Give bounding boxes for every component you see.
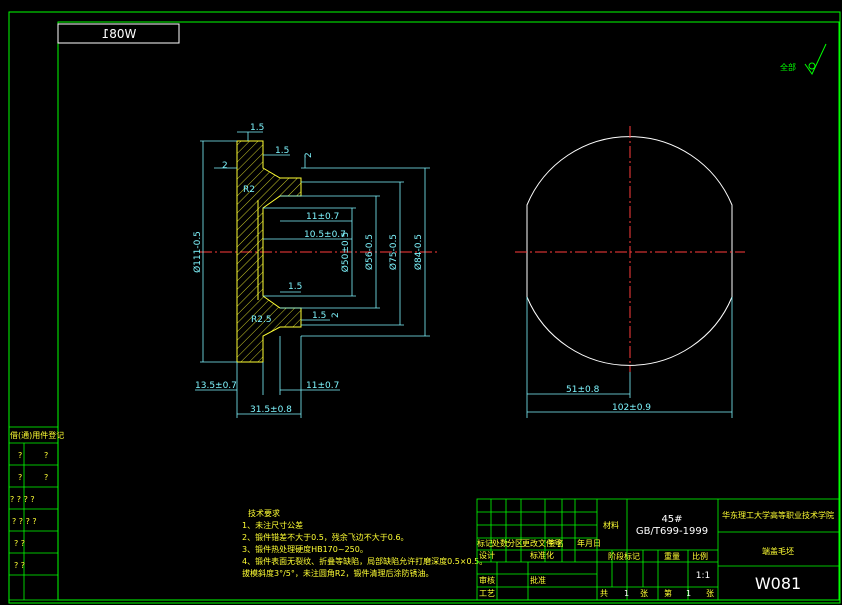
dim-d56: Ø56-0.5	[364, 234, 375, 270]
side-table-row-6: ? ?	[14, 561, 25, 570]
tb-row-label-2: 处数	[492, 538, 508, 548]
tb-part-name: 端盖毛坯	[762, 546, 794, 556]
dim-11-top: 11±0.7	[306, 212, 339, 222]
tech-note-4: 4、锻件表面无裂纹、折叠等缺陷，局部缺陷允许打磨深度0.5×0.5。	[242, 556, 487, 566]
tech-notes: 技术要求 1、未注尺寸公差 2、锻件错差不大于0.5，残余飞边不大于0.6。 3…	[242, 508, 487, 578]
tb-total-label: 共	[600, 589, 608, 598]
section-dimension-lines	[195, 131, 430, 418]
outer-frame	[8, 11, 841, 604]
dim-d111: Ø111-0.5	[192, 231, 203, 273]
tb-row-label-1: 标记	[477, 538, 493, 548]
tech-note-1: 1、未注尺寸公差	[242, 520, 303, 530]
side-table-row-1: ?	[18, 451, 22, 460]
dim-1-5-inner: 1.5	[288, 282, 302, 292]
tb-row-label-5: 签名	[548, 538, 564, 548]
side-table-row-3: ? ? ? ?	[10, 495, 35, 504]
cad-drawing: W081 全部 Ø111-0.5 Ø84-0.5 Ø75-0.5 Ø56-0.5…	[0, 0, 842, 605]
dim-r2-5: R2.5	[251, 315, 272, 325]
dim-51: 51±0.8	[566, 385, 600, 395]
tech-note-2: 2、锻件错差不大于0.5，残余飞边不大于0.6。	[242, 532, 409, 542]
dim-1-5-top: 1.5	[250, 123, 264, 133]
tech-note-3: 3、锻件热处理硬度HB170~250。	[242, 544, 368, 554]
tb-std-label: 标准化	[530, 550, 554, 560]
drawing-canvas: W081 全部 Ø111-0.5 Ø84-0.5 Ø75-0.5 Ø56-0.5…	[8, 11, 841, 604]
tb-design-label: 设计	[479, 550, 495, 560]
tb-school: 华东理工大学高等职业技术学院	[722, 510, 834, 520]
drawing-number-mirrored: W081	[102, 27, 137, 41]
tb-row-label-3: 分区	[507, 539, 523, 548]
side-table-header: 借(通)用件登记	[10, 430, 64, 440]
roughness-symbol-icon	[804, 43, 827, 75]
tb-weight-label: 重量	[664, 551, 680, 561]
tb-material-label: 材料	[603, 520, 619, 530]
dim-d75: Ø75-0.5	[388, 234, 399, 270]
tb-check-label: 审核	[479, 575, 495, 585]
dim-d84: Ø84-0.5	[413, 234, 424, 270]
tb-sheet-total: 1	[624, 589, 629, 598]
side-table-row-2: ?	[18, 473, 22, 482]
dim-1-5-bottom: 1.5	[312, 311, 326, 321]
tb-standard: GB/T699-1999	[636, 526, 708, 537]
dim-r2: R2	[243, 185, 255, 195]
dim-11-bottom: 11±0.7	[306, 381, 339, 391]
tb-stage-label: 阶段标记	[608, 551, 640, 561]
dim-13-5: 13.5±0.7	[195, 381, 237, 391]
side-table-row-4: ? ? ? ?	[12, 517, 37, 526]
dim-1-5-mid: 1.5	[275, 146, 289, 156]
side-table-row-5: ? ?	[14, 539, 25, 548]
tb-scale: 1:1	[696, 571, 710, 581]
tb-material: 45#	[661, 514, 682, 525]
tb-zhang-1: 张	[640, 589, 648, 598]
tech-note-5: 拔模斜度3°/5°，未注圆角R2，锻件清理后涂防锈油。	[242, 568, 434, 578]
tb-zhang-2: 张	[706, 589, 714, 598]
tb-sheet-label: 第	[664, 588, 672, 598]
tb-craft-label: 工艺	[479, 589, 495, 598]
tech-notes-title: 技术要求	[248, 508, 280, 518]
roughness-note: 全部	[780, 62, 796, 72]
dim-2-top: 2	[304, 152, 314, 158]
end-view	[515, 126, 745, 372]
dim-31-5: 31.5±0.8	[250, 405, 292, 415]
dim-10-5: 10.5±0.7	[304, 230, 346, 240]
tb-row-label-6: 年月日	[577, 538, 601, 548]
tb-sheet-no: 1	[686, 589, 691, 598]
tb-drawing-no: W081	[755, 574, 801, 593]
dim-102: 102±0.9	[612, 403, 651, 413]
dim-2-right: 2	[331, 312, 341, 318]
side-table-row-1b: ?	[44, 451, 48, 460]
side-table	[8, 426, 59, 601]
side-table-row-2b: ?	[44, 473, 48, 482]
tb-scale-label: 比例	[692, 551, 708, 561]
dim-2-left: 2	[222, 161, 228, 171]
tb-approve-label: 批准	[530, 575, 546, 585]
